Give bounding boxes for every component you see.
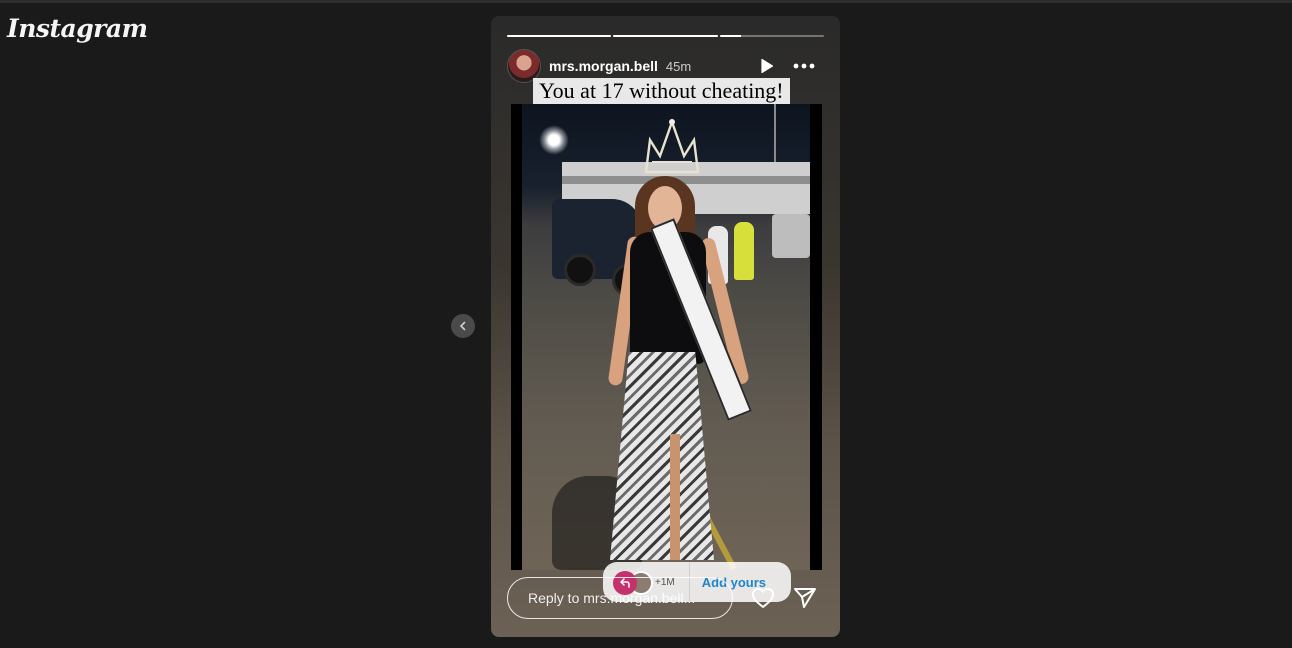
story-photo bbox=[522, 104, 810, 570]
username[interactable]: mrs.morgan.bell bbox=[549, 58, 658, 74]
previous-story-button[interactable] bbox=[451, 314, 475, 338]
reply-input[interactable] bbox=[507, 577, 733, 619]
top-border bbox=[0, 0, 1292, 3]
golf-cart bbox=[772, 214, 810, 258]
play-icon bbox=[761, 58, 774, 74]
patterned-skirt bbox=[610, 352, 714, 560]
more-horizontal-icon bbox=[793, 63, 815, 69]
progress-segment bbox=[719, 35, 824, 37]
stadium-light bbox=[539, 125, 569, 155]
send-icon bbox=[794, 588, 816, 608]
timestamp: 45m bbox=[665, 58, 692, 74]
car-wheel bbox=[564, 254, 596, 286]
chevron-left-icon bbox=[459, 321, 466, 331]
skirt-slit bbox=[670, 434, 680, 560]
story-progress bbox=[507, 35, 824, 37]
play-button[interactable] bbox=[758, 57, 776, 75]
progress-segment bbox=[507, 35, 612, 37]
background-person bbox=[734, 222, 754, 280]
instagram-logo[interactable]: Instagram bbox=[7, 14, 148, 43]
heart-icon bbox=[752, 588, 774, 608]
progress-segment bbox=[613, 35, 718, 37]
story-caption: You at 17 without cheating! bbox=[533, 78, 790, 104]
story-media bbox=[511, 104, 822, 570]
share-button[interactable] bbox=[792, 586, 818, 610]
story-viewer[interactable]: mrs.morgan.bell 45m You at 17 without ch… bbox=[491, 16, 840, 637]
more-options-button[interactable] bbox=[791, 57, 817, 75]
crown-icon bbox=[644, 118, 700, 174]
like-button[interactable] bbox=[750, 586, 776, 610]
